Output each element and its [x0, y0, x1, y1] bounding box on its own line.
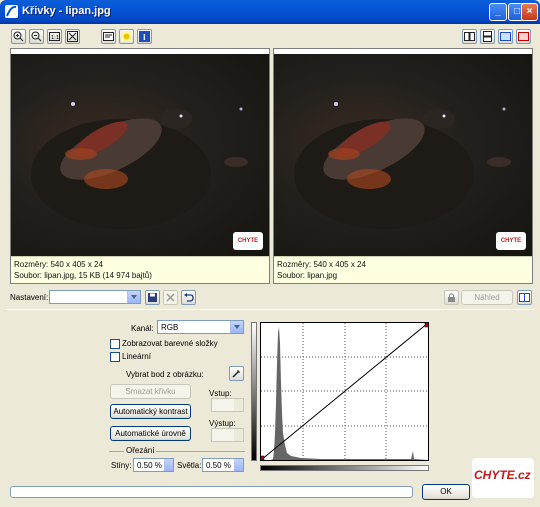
- single-view-icon: [500, 32, 511, 41]
- spinner-arrows-icon[interactable]: [234, 399, 243, 411]
- actual-size-button[interactable]: 1:1: [47, 29, 62, 44]
- show-color-components-label: Zobrazovat barevné složky: [122, 339, 218, 348]
- highlight-button[interactable]: [119, 29, 134, 44]
- split-view-icon: [519, 293, 530, 302]
- curve-point-end: [424, 322, 430, 328]
- window-title: Křivky - lipan.jpg: [22, 5, 111, 17]
- side-by-side-icon: [464, 32, 475, 41]
- layout-original-button[interactable]: [516, 29, 531, 44]
- title-bar[interactable]: Křivky - lipan.jpg _ □ ×: [0, 0, 540, 24]
- original-info: Rozměry: 540 x 405 x 24 Soubor: lipan.jp…: [11, 256, 269, 283]
- auto-contrast-button[interactable]: Automatický kontrast: [110, 404, 191, 419]
- zoom-in-button[interactable]: [11, 29, 26, 44]
- zoom-out-icon: [31, 31, 42, 42]
- shadows-label: Stíny:: [111, 461, 132, 470]
- info-button[interactable]: i: [137, 29, 152, 44]
- curve-graph[interactable]: [259, 322, 430, 461]
- pick-point-label: Vybrat bod z obrázku:: [126, 370, 204, 379]
- histogram: [271, 327, 428, 460]
- stacked-icon: [483, 31, 492, 42]
- channel-value: RGB: [161, 323, 179, 332]
- reset-button[interactable]: [181, 290, 196, 305]
- fit-window-button[interactable]: [65, 29, 80, 44]
- layout-stacked-button[interactable]: [480, 29, 495, 44]
- watermark-logo: CHYTE: [233, 232, 263, 250]
- preview-file: Soubor: lipan.jpg: [277, 271, 338, 280]
- output-gradient: [251, 322, 257, 461]
- preview-toggle-button[interactable]: [444, 290, 459, 305]
- original-dimensions: Rozměry: 540 x 405 x 24: [14, 260, 103, 269]
- settings-combo[interactable]: [49, 290, 141, 304]
- original-file: Soubor: lipan.jpg, 15 KB (14 974 bajtů): [14, 271, 152, 280]
- site-logo: CHYTE.cz: [472, 458, 534, 498]
- fish-image: [31, 102, 248, 229]
- split-view-button[interactable]: [517, 290, 532, 305]
- layout-side-by-side-button[interactable]: [462, 29, 477, 44]
- preview-button[interactable]: Náhled: [461, 290, 513, 305]
- ok-button[interactable]: OK: [422, 484, 470, 500]
- compare-button[interactable]: [101, 29, 116, 44]
- original-pane: CHYTE Rozměry: 540 x 405 x 24 Soubor: li…: [10, 48, 270, 284]
- linear-checkbox[interactable]: [110, 352, 120, 362]
- settings-label: Nastavení:: [10, 293, 49, 302]
- zoom-in-icon: [13, 31, 24, 42]
- output-label: Výstup:: [209, 419, 236, 428]
- chevron-down-icon[interactable]: [127, 291, 140, 303]
- delete-icon: [166, 293, 175, 302]
- spinner-arrows-icon[interactable]: [234, 429, 243, 441]
- chevron-down-icon[interactable]: [230, 321, 243, 333]
- progress-bar: [10, 486, 413, 498]
- fish-image-preview: [294, 102, 511, 229]
- eyedropper-icon: [232, 370, 240, 378]
- watermark-logo-preview: CHYTE: [496, 232, 526, 250]
- highlights-label: Světla:: [177, 461, 202, 470]
- layout-single-button[interactable]: [498, 29, 513, 44]
- app-icon: [5, 5, 18, 18]
- lock-icon: [448, 293, 455, 302]
- sun-icon: [121, 31, 132, 42]
- channel-combo[interactable]: RGB: [157, 320, 244, 334]
- delete-curve-button[interactable]: Smazat křivku: [110, 384, 191, 399]
- curve-point-start: [259, 455, 265, 461]
- preview-pane: CHYTE Rozměry: 540 x 405 x 24 Soubor: li…: [273, 48, 533, 284]
- site-logo-text: CHYTE.cz: [474, 468, 531, 482]
- zoom-out-button[interactable]: [29, 29, 44, 44]
- svg-text:i: i: [143, 33, 146, 42]
- auto-levels-button[interactable]: Automatické úrovně: [110, 426, 191, 441]
- show-color-components-checkbox[interactable]: [110, 339, 120, 349]
- shadows-value: 0.50 %: [137, 461, 162, 470]
- delete-settings-button[interactable]: [163, 290, 178, 305]
- info-icon: i: [139, 31, 150, 42]
- eyedropper-button[interactable]: [229, 366, 244, 381]
- save-settings-button[interactable]: [145, 290, 160, 305]
- original-image[interactable]: CHYTE: [11, 54, 269, 256]
- curve-canvas[interactable]: [259, 322, 430, 461]
- input-label: Vstup:: [209, 389, 232, 398]
- highlights-spinner[interactable]: 0.50 %: [202, 458, 244, 472]
- svg-text:1:1: 1:1: [51, 35, 59, 41]
- actual-size-icon: 1:1: [49, 32, 60, 41]
- spinner-arrows-icon[interactable]: [164, 459, 173, 471]
- input-spinner[interactable]: [211, 398, 244, 412]
- preview-dimensions: Rozměry: 540 x 405 x 24: [277, 260, 366, 269]
- close-button[interactable]: ×: [521, 3, 538, 21]
- undo-icon: [184, 293, 194, 302]
- linear-label: Lineární: [122, 352, 151, 361]
- channel-label: Kanál:: [131, 324, 154, 333]
- preview-info: Rozměry: 540 x 405 x 24 Soubor: lipan.jp…: [274, 256, 532, 283]
- input-gradient: [260, 465, 429, 471]
- separator: [6, 309, 534, 310]
- clipping-group-label: Ořezání: [124, 446, 157, 455]
- preview-image[interactable]: CHYTE: [274, 54, 532, 256]
- spinner-arrows-icon[interactable]: [234, 459, 243, 471]
- compare-icon: [103, 32, 114, 41]
- fit-window-icon: [67, 31, 78, 42]
- highlights-value: 0.50 %: [206, 461, 231, 470]
- save-icon: [148, 293, 157, 302]
- output-spinner[interactable]: [211, 428, 244, 442]
- minimize-button[interactable]: _: [489, 3, 507, 21]
- shadows-spinner[interactable]: 0.50 %: [133, 458, 174, 472]
- original-view-icon: [518, 32, 529, 41]
